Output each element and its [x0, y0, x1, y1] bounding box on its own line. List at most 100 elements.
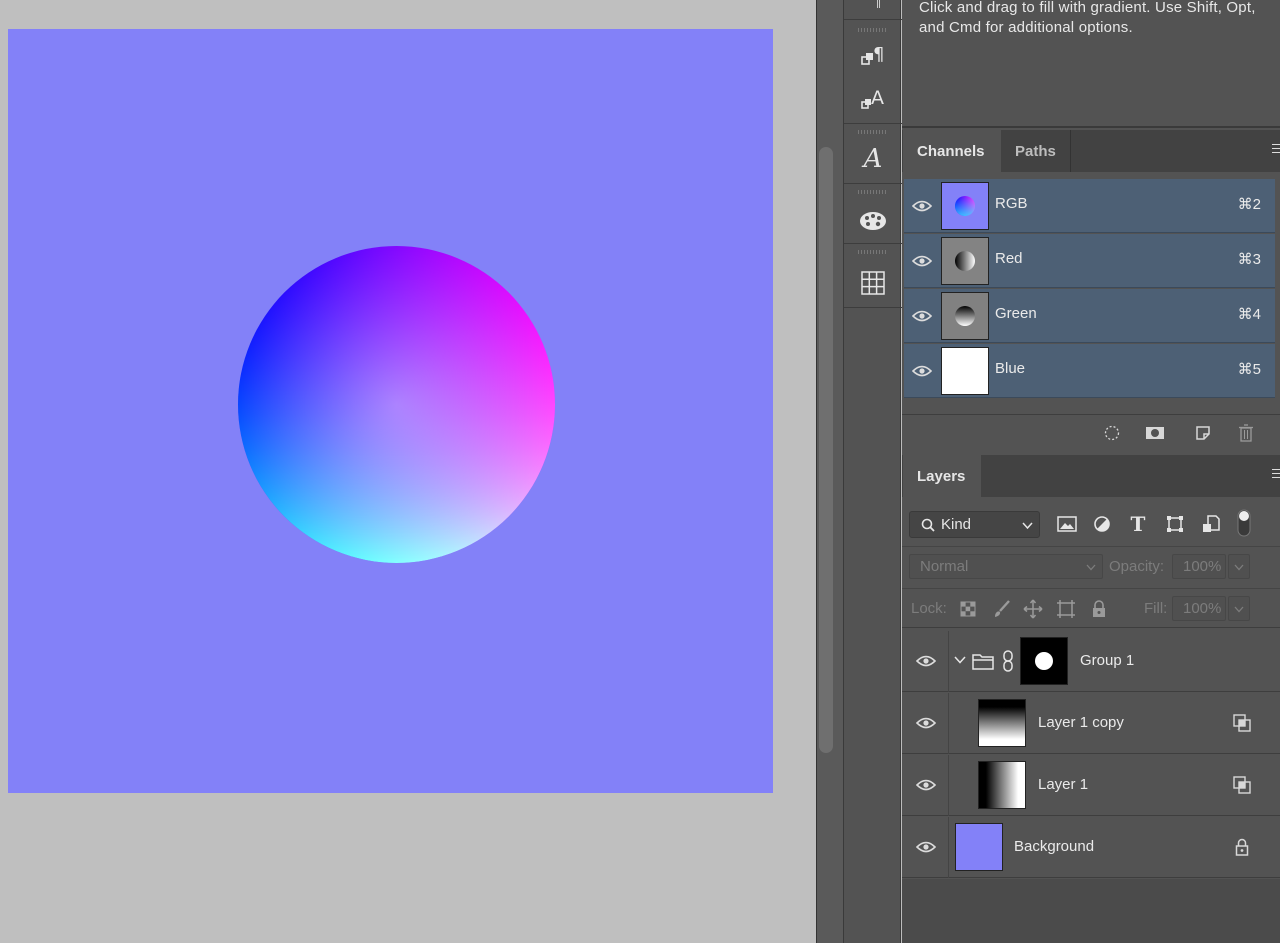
tab-paths[interactable]: Paths [1001, 130, 1071, 172]
lock-icon [1232, 837, 1252, 857]
chevron-down-icon[interactable] [954, 656, 966, 664]
channel-shortcut: ⌘5 [1237, 361, 1261, 378]
channel-shortcut: ⌘2 [1237, 196, 1261, 213]
lock-row: Lock: Fill: 100% [902, 588, 1280, 628]
channel-thumbnail [941, 182, 989, 230]
lock-transparent-pixels-icon[interactable] [958, 599, 978, 619]
smart-object-icon [1232, 713, 1252, 733]
grid-icon[interactable] [858, 268, 888, 298]
layer-name[interactable]: Layer 1 [1038, 776, 1088, 793]
tab-layers[interactable]: Layers [903, 455, 981, 497]
folder-icon [972, 654, 994, 670]
lock-label: Lock: [911, 600, 947, 617]
new-channel-icon[interactable] [1193, 423, 1213, 443]
chevron-down-icon [1234, 606, 1244, 613]
tool-group [844, 184, 902, 244]
drag-grip[interactable] [858, 130, 886, 134]
layers-filter-bar: Kind T [902, 503, 1280, 545]
smart-object-icon [1232, 775, 1252, 795]
eye-icon[interactable] [911, 363, 933, 379]
chevron-down-icon [1022, 522, 1033, 530]
document-canvas[interactable] [8, 29, 773, 793]
layer-name[interactable]: Layer 1 copy [1038, 714, 1124, 731]
delete-channel-icon[interactable] [1236, 423, 1256, 443]
tab-channels[interactable]: Channels [903, 130, 1001, 172]
properties-panel: Click and drag to fill with gradient. Us… [902, 0, 1280, 128]
blend-mode-select[interactable]: Normal [909, 554, 1103, 579]
eye-icon[interactable] [911, 253, 933, 269]
lock-image-pixels-icon[interactable] [992, 599, 1012, 619]
load-selection-icon[interactable] [1102, 423, 1122, 443]
drag-grip[interactable] [858, 190, 886, 194]
layers-list: Group 1 Layer 1 copy Layer 1 Background [902, 631, 1280, 881]
layer-row-layer-1-copy[interactable]: Layer 1 copy [902, 693, 1280, 754]
character-icon[interactable]: A [858, 84, 888, 114]
channel-row-blue[interactable]: Blue ⌘5 [904, 344, 1275, 398]
layers-panel-menu-icon[interactable] [1272, 469, 1280, 481]
collapse-handle-icon[interactable] [877, 0, 880, 8]
channel-thumbnail [941, 347, 989, 395]
row-divider [948, 693, 949, 754]
eye-icon[interactable] [915, 839, 937, 855]
adjustment-filter-icon[interactable] [1091, 513, 1113, 535]
eye-icon[interactable] [915, 715, 937, 731]
chevron-down-icon [1234, 564, 1244, 571]
layer-mask-thumbnail[interactable] [1020, 637, 1068, 685]
channels-panel-menu-icon[interactable] [1272, 144, 1280, 156]
channel-row-rgb[interactable]: RGB ⌘2 [904, 179, 1275, 233]
tool-group [844, 0, 902, 20]
link-icon[interactable] [1002, 650, 1014, 672]
right-panels: Click and drag to fill with gradient. Us… [902, 0, 1280, 943]
eye-icon[interactable] [911, 198, 933, 214]
tool-hint-text: Click and drag to fill with gradient. Us… [919, 0, 1256, 36]
layer-thumbnail[interactable] [978, 761, 1026, 809]
layer-row-background[interactable]: Background [902, 817, 1280, 878]
layer-row-layer-1[interactable]: Layer 1 [902, 755, 1280, 816]
channel-row-red[interactable]: Red ⌘3 [904, 234, 1275, 288]
blend-row: Normal Opacity: 100% [902, 546, 1280, 586]
layer-row-group-1[interactable]: Group 1 [902, 631, 1280, 692]
smart-object-filter-icon[interactable] [1200, 513, 1222, 535]
drag-grip[interactable] [858, 28, 886, 32]
eye-icon[interactable] [915, 653, 937, 669]
layer-name[interactable]: Group 1 [1080, 652, 1134, 669]
chevron-down-icon [1086, 564, 1096, 571]
scrollbar-thumb[interactable] [819, 147, 833, 753]
panel-dock-strip: ¶ A A [843, 0, 902, 943]
canvas-area[interactable] [0, 0, 816, 943]
tool-group [844, 244, 902, 308]
layer-name[interactable]: Background [1014, 838, 1094, 855]
channel-shortcut: ⌘3 [1237, 251, 1261, 268]
row-divider [948, 631, 949, 692]
eye-icon[interactable] [915, 777, 937, 793]
normal-map-sphere [238, 246, 555, 563]
opacity-dropdown[interactable] [1228, 554, 1250, 579]
glyphs-icon[interactable]: A [858, 144, 888, 174]
kind-filter-select[interactable]: Kind [909, 511, 1040, 538]
lock-position-icon[interactable] [1023, 599, 1043, 619]
drag-grip[interactable] [858, 250, 886, 254]
channel-name: Blue [995, 360, 1026, 377]
layer-thumbnail[interactable] [955, 823, 1003, 871]
lock-artboard-icon[interactable] [1056, 599, 1076, 619]
fill-input[interactable]: 100% [1172, 596, 1226, 621]
layer-thumbnail[interactable] [978, 699, 1026, 747]
channel-row-green[interactable]: Green ⌘4 [904, 289, 1275, 343]
search-icon [921, 518, 935, 532]
opacity-input[interactable]: 100% [1172, 554, 1226, 579]
channels-footer [902, 414, 1280, 450]
tool-group: A [844, 124, 902, 184]
channel-shortcut: ⌘4 [1237, 306, 1261, 323]
image-filter-icon[interactable] [1056, 513, 1078, 535]
shape-filter-icon[interactable] [1164, 513, 1186, 535]
eye-icon[interactable] [911, 308, 933, 324]
swatches-icon[interactable] [858, 206, 888, 236]
save-selection-icon[interactable] [1145, 423, 1165, 443]
row-divider [948, 817, 949, 878]
fill-dropdown[interactable] [1228, 596, 1250, 621]
layers-empty-area [902, 879, 1280, 943]
type-filter-icon[interactable]: T [1127, 512, 1149, 536]
paragraph-icon[interactable]: ¶ [858, 42, 888, 72]
lock-all-icon[interactable] [1089, 599, 1109, 619]
filter-toggle-icon[interactable] [1233, 508, 1255, 538]
